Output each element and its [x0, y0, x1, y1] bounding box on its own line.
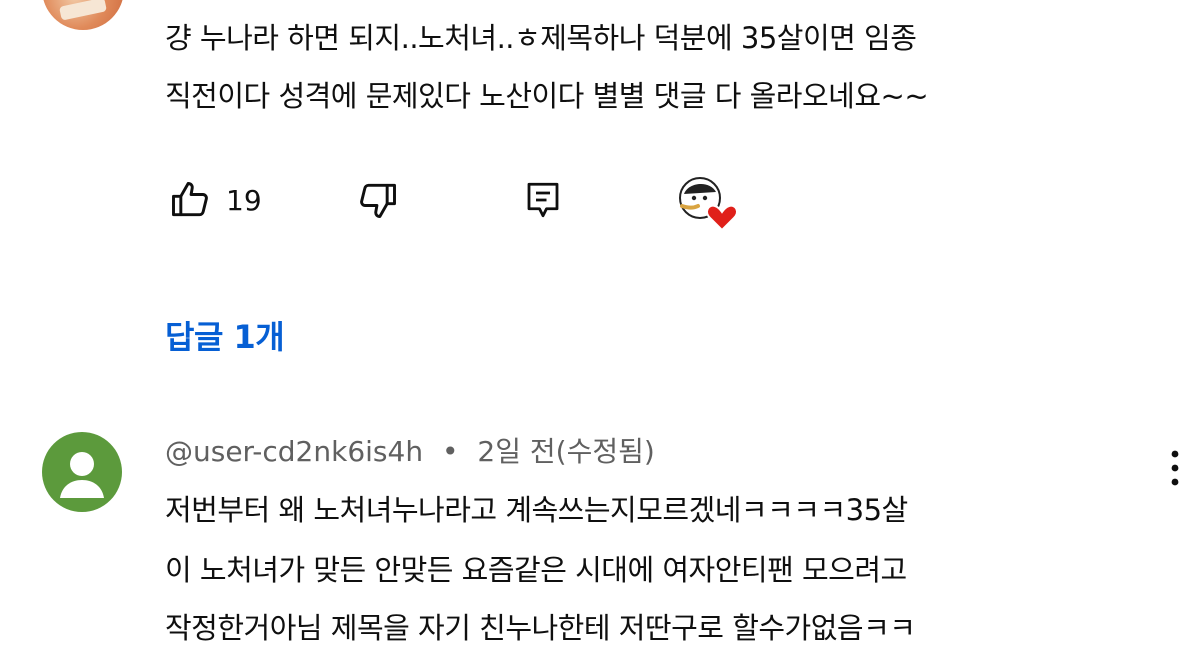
default-avatar-icon[interactable]: [42, 432, 122, 512]
comment2-text-line-3: 작정한거아님 제목을 자기 친누나한테 저딴구로 할수가없음ㅋㅋ: [165, 611, 916, 645]
user-silhouette-icon: [60, 452, 104, 498]
thumbs-down-icon: [360, 183, 396, 218]
creator-heart-badge[interactable]: [674, 172, 744, 232]
dislike-button[interactable]: [356, 172, 400, 228]
creator-heart-icon: [679, 177, 738, 232]
comment-text-line-2: 직전이다 성격에 문제있다 노산이다 별별 댓글 다 올라오네요~~: [165, 79, 929, 113]
comment-text-line-1: 걍 누나라 하면 되지..노처녀..ㅎ제목하나 덕분에 35살이면 임종: [165, 21, 917, 55]
comment-meta: @user-cd2nk6is4h • 2일 전(수정됨): [165, 430, 655, 470]
comment-timestamp[interactable]: 2일 전(수정됨): [477, 435, 654, 468]
reply-icon: [527, 182, 559, 218]
like-count: 19: [226, 183, 262, 217]
comment-menu-button[interactable]: [1160, 440, 1190, 496]
like-button[interactable]: 19: [168, 172, 262, 228]
reply-button[interactable]: [522, 172, 564, 228]
comment2-text-line-1: 저번부터 왜 노처녀누나라고 계속쓰는지모르겠네ㅋㅋㅋㅋ35살: [165, 493, 908, 527]
meta-separator: •: [441, 435, 459, 468]
view-replies-link[interactable]: 답글 1개: [165, 312, 285, 358]
comment2-text-line-2: 이 노처녀가 맞든 안맞든 요즘같은 시대에 여자안티팬 모으려고: [165, 553, 907, 587]
thumbs-up-icon: [172, 182, 208, 217]
comment-author[interactable]: @user-cd2nk6is4h: [165, 435, 423, 468]
commenter-avatar[interactable]: [42, 0, 124, 30]
more-vert-icon: [1171, 450, 1179, 486]
